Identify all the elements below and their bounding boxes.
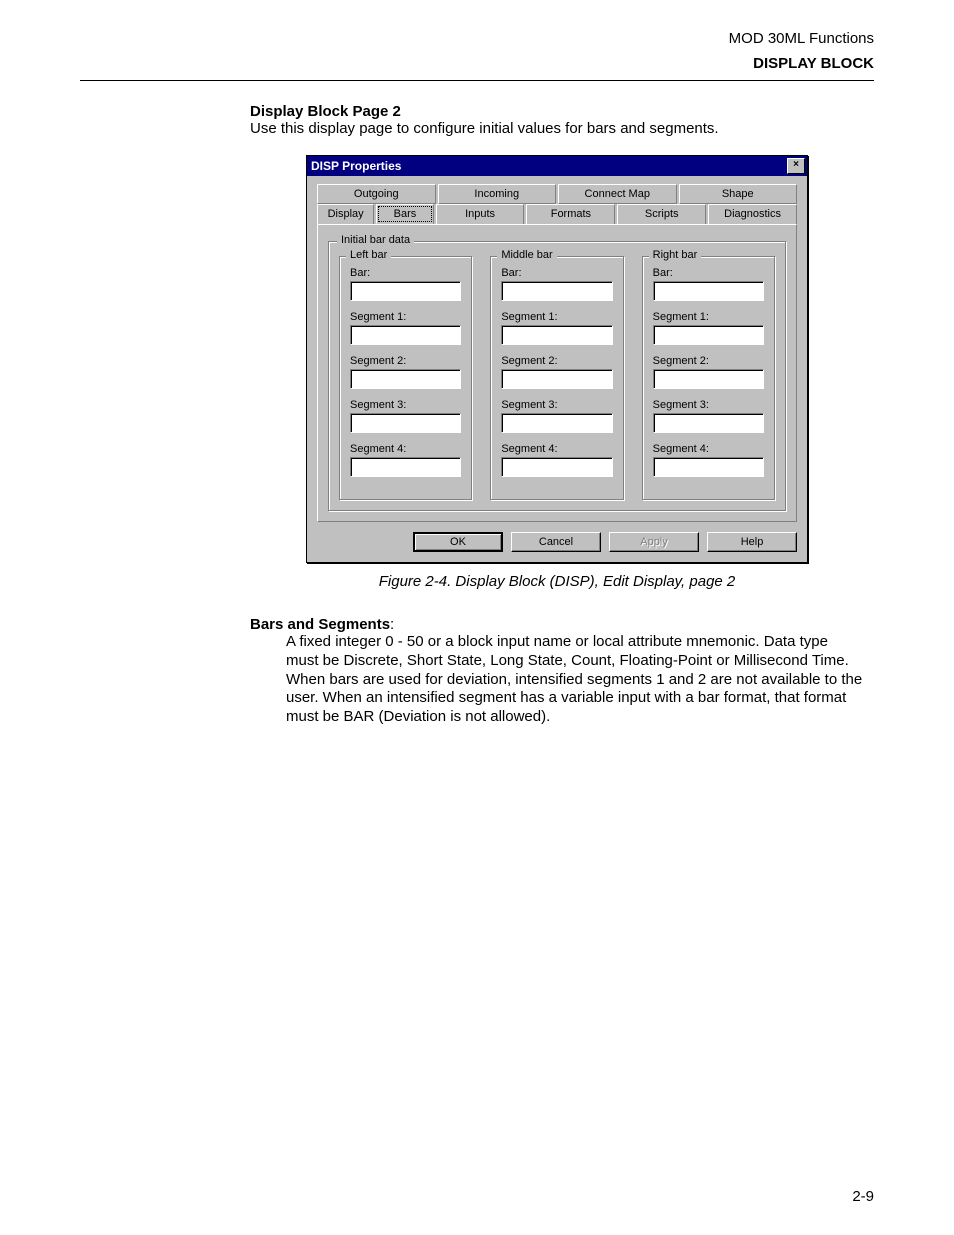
middle-bar-label-bar: Bar:: [501, 267, 612, 279]
middle-bar-label-seg2: Segment 2:: [501, 355, 612, 367]
cancel-button[interactable]: Cancel: [511, 532, 601, 552]
left-bar-label-seg1: Segment 1:: [350, 311, 461, 323]
right-bar-input-seg2[interactable]: [653, 369, 764, 389]
left-bar-label-seg2: Segment 2:: [350, 355, 461, 367]
left-bar-input-seg1[interactable]: [350, 325, 461, 345]
tab-shape[interactable]: Shape: [679, 184, 798, 204]
left-bar-label-seg3: Segment 3:: [350, 399, 461, 411]
middle-bar-input-seg4[interactable]: [501, 457, 612, 477]
left-bar-input-seg3[interactable]: [350, 413, 461, 433]
header-line1: MOD 30ML Functions: [80, 30, 874, 47]
right-bar-input-seg1[interactable]: [653, 325, 764, 345]
bars-segments-colon: :: [390, 616, 394, 633]
middle-bar-input-bar[interactable]: [501, 281, 612, 301]
middle-bar-label-seg3: Segment 3:: [501, 399, 612, 411]
tab-incoming[interactable]: Incoming: [438, 184, 557, 204]
bars-segments-heading: Bars and Segments:: [250, 616, 864, 633]
right-bar-group: Right bar Bar: Segment 1: Segment 2: Seg…: [642, 256, 775, 500]
section-title: Display Block Page 2: [250, 103, 864, 120]
ok-button[interactable]: OK: [413, 532, 503, 552]
middle-bar-input-seg1[interactable]: [501, 325, 612, 345]
section-title-text: Display Block Page 2: [250, 103, 401, 120]
right-bar-legend: Right bar: [649, 249, 702, 261]
section-desc: Use this display page to configure initi…: [250, 120, 864, 137]
bars-segments-title: Bars and Segments: [250, 616, 390, 633]
close-icon[interactable]: ×: [787, 158, 805, 174]
middle-bar-label-seg4: Segment 4:: [501, 443, 612, 455]
right-bar-label-seg4: Segment 4:: [653, 443, 764, 455]
tabs-row-2: Display Bars Inputs Formats Scripts Diag…: [317, 204, 797, 224]
group-legend: Initial bar data: [337, 234, 414, 246]
tab-bars[interactable]: Bars: [376, 204, 433, 224]
left-bar-input-seg2[interactable]: [350, 369, 461, 389]
tab-outgoing[interactable]: Outgoing: [317, 184, 436, 204]
tab-connect-map[interactable]: Connect Map: [558, 184, 677, 204]
right-bar-input-seg3[interactable]: [653, 413, 764, 433]
tab-display[interactable]: Display: [317, 204, 374, 224]
tab-panel: Initial bar data Left bar Bar: Segment 1…: [317, 224, 797, 522]
left-bar-legend: Left bar: [346, 249, 391, 261]
middle-bar-legend: Middle bar: [497, 249, 556, 261]
header-line2: DISPLAY BLOCK: [80, 55, 874, 72]
left-bar-label-bar: Bar:: [350, 267, 461, 279]
page-number: 2-9: [852, 1188, 874, 1205]
tab-scripts[interactable]: Scripts: [617, 204, 706, 224]
figure-caption: Figure 2-4. Display Block (DISP), Edit D…: [250, 573, 864, 590]
tabs-row-1: Outgoing Incoming Connect Map Shape: [317, 184, 797, 204]
middle-bar-input-seg2[interactable]: [501, 369, 612, 389]
help-button[interactable]: Help: [707, 532, 797, 552]
middle-bar-label-seg1: Segment 1:: [501, 311, 612, 323]
left-bar-label-seg4: Segment 4:: [350, 443, 461, 455]
header-rule: [80, 80, 874, 81]
disp-properties-dialog: DISP Properties × Outgoing Incoming Conn…: [306, 155, 808, 563]
tab-inputs[interactable]: Inputs: [436, 204, 525, 224]
right-bar-label-seg1: Segment 1:: [653, 311, 764, 323]
right-bar-label-seg3: Segment 3:: [653, 399, 764, 411]
dialog-buttons: OK Cancel Apply Help: [317, 532, 797, 552]
middle-bar-group: Middle bar Bar: Segment 1: Segment 2: Se…: [490, 256, 623, 500]
middle-bar-input-seg3[interactable]: [501, 413, 612, 433]
right-bar-input-seg4[interactable]: [653, 457, 764, 477]
tab-formats[interactable]: Formats: [526, 204, 615, 224]
right-bar-input-bar[interactable]: [653, 281, 764, 301]
left-bar-input-bar[interactable]: [350, 281, 461, 301]
left-bar-input-seg4[interactable]: [350, 457, 461, 477]
dialog-titlebar: DISP Properties ×: [307, 156, 807, 176]
initial-bar-data-group: Initial bar data Left bar Bar: Segment 1…: [328, 241, 786, 511]
apply-button[interactable]: Apply: [609, 532, 699, 552]
bars-segments-body: A fixed integer 0 - 50 or a block input …: [286, 633, 864, 727]
left-bar-group: Left bar Bar: Segment 1: Segment 2: Segm…: [339, 256, 472, 500]
dialog-title: DISP Properties: [311, 159, 401, 173]
right-bar-label-seg2: Segment 2:: [653, 355, 764, 367]
right-bar-label-bar: Bar:: [653, 267, 764, 279]
tab-diagnostics[interactable]: Diagnostics: [708, 204, 797, 224]
